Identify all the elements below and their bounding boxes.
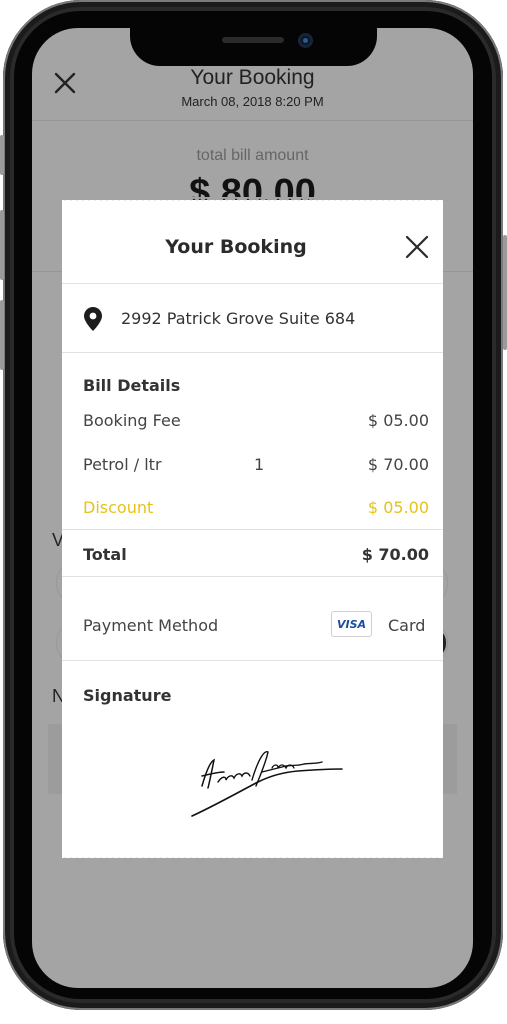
- total-bill-label: total bill amount: [196, 147, 309, 164]
- close-icon[interactable]: [405, 235, 429, 259]
- speaker: [222, 37, 284, 43]
- mute-switch: [0, 135, 4, 175]
- bill-item-label: Petrol / ltr: [83, 455, 162, 474]
- receipt-bottom-edge: [62, 855, 443, 861]
- modal-title: Your Booking: [165, 236, 307, 258]
- power-button: [503, 235, 507, 350]
- divider: [62, 529, 443, 530]
- bill-item-value: $ 05.00: [367, 411, 429, 430]
- location-pin-icon: [84, 307, 102, 331]
- payment-method-label: Payment Method: [83, 616, 219, 635]
- divider: [62, 352, 443, 353]
- bill-item-qty: 1: [254, 455, 265, 474]
- header-divider: [32, 120, 473, 121]
- notch: [130, 28, 377, 66]
- bill-item-label: Booking Fee: [83, 411, 181, 430]
- page-title: Your Booking: [190, 66, 315, 89]
- discount-value: $ 05.00: [367, 498, 429, 517]
- visa-card-icon: VISA: [331, 611, 372, 637]
- booking-datetime: March 08, 2018 8:20 PM: [181, 94, 324, 109]
- signature-heading: Signature: [83, 686, 172, 705]
- bill-details-heading: Bill Details: [83, 376, 181, 395]
- divider: [62, 660, 443, 661]
- volume-down-button: [0, 300, 4, 370]
- volume-up-button: [0, 210, 4, 280]
- divider: [62, 576, 443, 577]
- discount-label: Discount: [83, 498, 154, 517]
- address-text: 2992 Patrick Grove Suite 684: [121, 309, 356, 328]
- total-value: $ 70.00: [361, 545, 429, 564]
- total-label: Total: [83, 545, 127, 564]
- signature-image: [191, 751, 343, 817]
- front-camera: [298, 33, 313, 48]
- divider: [62, 283, 443, 284]
- booking-receipt-modal: Your Booking 2992 Patrick Grove Suite 68…: [62, 197, 443, 861]
- bill-item-value: $ 70.00: [367, 455, 429, 474]
- receipt-top-edge: [62, 197, 443, 203]
- payment-type-label: Card: [388, 616, 426, 635]
